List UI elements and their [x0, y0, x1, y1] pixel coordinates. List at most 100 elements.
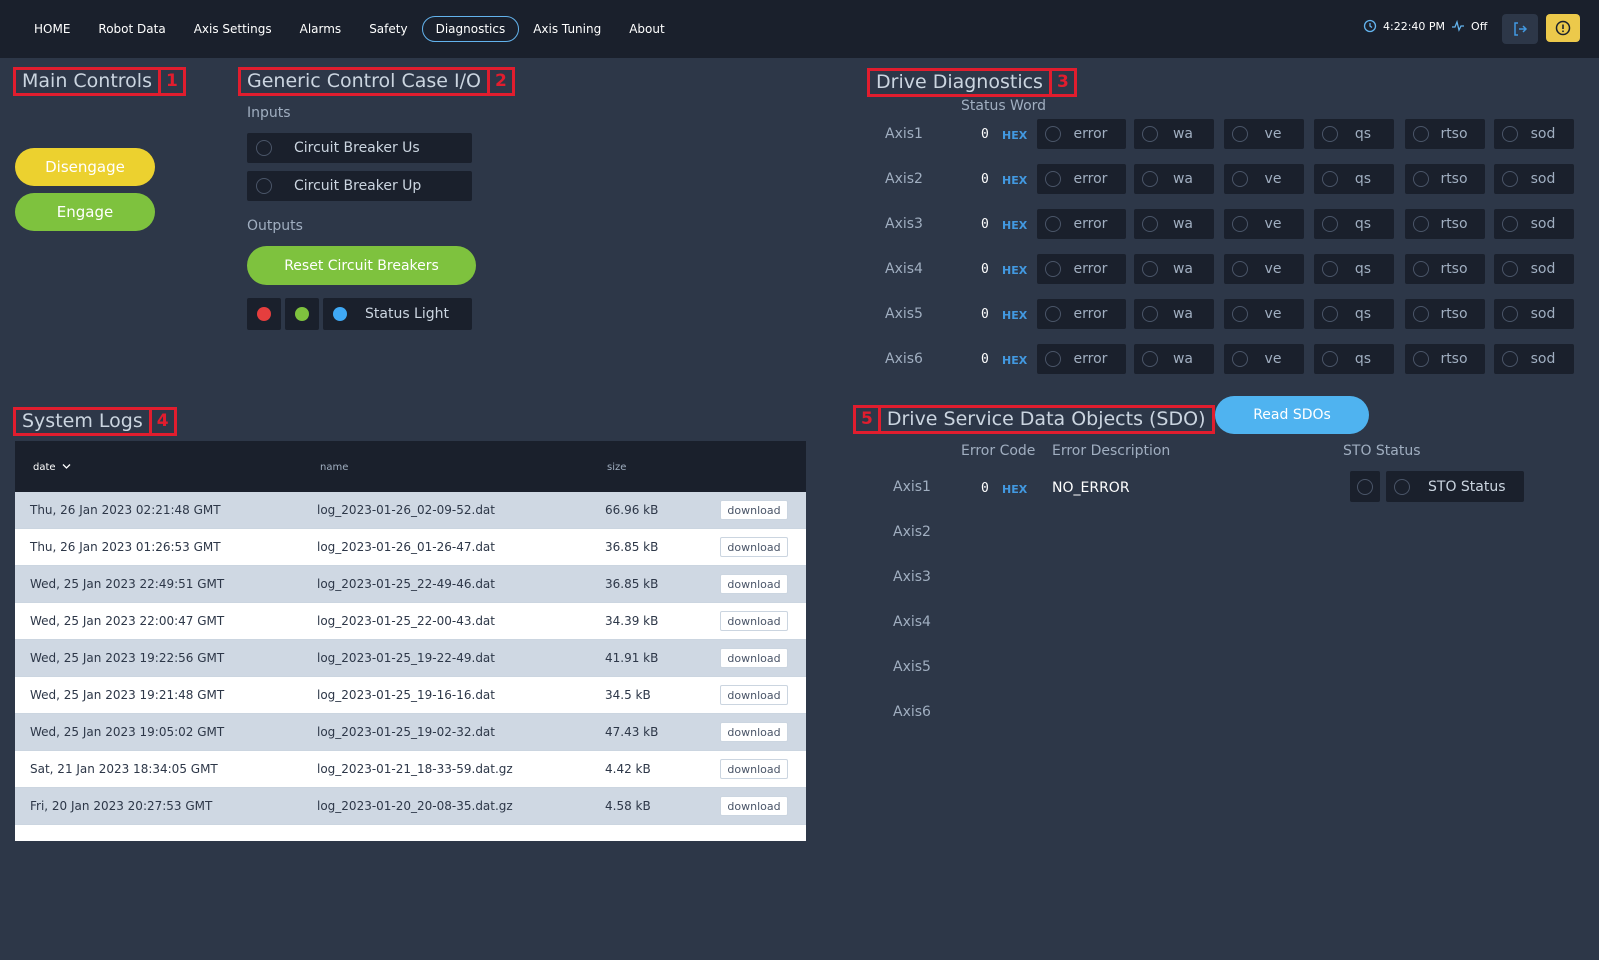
- log-date: Thu, 26 Jan 2023 02:21:48 GMT: [30, 503, 221, 517]
- indicator-icon: [1322, 126, 1338, 142]
- sdo-axis-label: Axis4: [893, 614, 931, 630]
- status-flag-qs: qs: [1314, 209, 1394, 239]
- flag-label: wa: [1172, 171, 1194, 187]
- download-button[interactable]: download: [720, 796, 788, 816]
- logs-table: date name size Thu, 26 Jan 2023 02:21:48…: [15, 441, 806, 841]
- indicator-icon: [1232, 261, 1248, 277]
- nav-axis-settings[interactable]: Axis Settings: [180, 16, 286, 42]
- log-size: 34.39 kB: [605, 614, 659, 628]
- sdo-header: 5 Drive Service Data Objects (SDO): [853, 405, 1215, 434]
- status-flag-sod: sod: [1494, 254, 1574, 284]
- clock-icon: [1363, 19, 1377, 33]
- status-word-value: 0: [981, 172, 989, 187]
- download-button[interactable]: download: [720, 500, 788, 520]
- indicator-icon: [1413, 216, 1429, 232]
- download-button[interactable]: download: [720, 722, 788, 742]
- error-code-header: Error Code: [961, 443, 1036, 459]
- status-light-toggle[interactable]: Status Light: [323, 298, 472, 330]
- nav-robot-data[interactable]: Robot Data: [84, 16, 179, 42]
- flag-label: rtso: [1440, 351, 1468, 367]
- heartbeat-icon: [1452, 19, 1465, 32]
- nav-diagnostics[interactable]: Diagnostics: [421, 16, 520, 42]
- sdo-axis-label: Axis2: [893, 524, 931, 540]
- hex-toggle[interactable]: HEX: [1002, 219, 1027, 232]
- status-flag-wa: wa: [1134, 299, 1214, 329]
- green-light-toggle[interactable]: [285, 298, 319, 330]
- input-label: Circuit Breaker Us: [294, 140, 420, 156]
- logs-table-header: date name size: [15, 441, 806, 492]
- nav-home[interactable]: HOME: [20, 16, 84, 42]
- read-sdos-button[interactable]: Read SDOs: [1215, 396, 1369, 434]
- nav-about[interactable]: About: [615, 16, 678, 42]
- indicator-icon: [1232, 126, 1248, 142]
- input-circuit-breaker-up: Circuit Breaker Up: [247, 171, 472, 201]
- indicator-icon: [1502, 171, 1518, 187]
- status-flag-sod: sod: [1494, 299, 1574, 329]
- status-flag-qs: qs: [1314, 164, 1394, 194]
- indicator-icon: [1045, 126, 1061, 142]
- logout-button[interactable]: [1502, 14, 1538, 44]
- log-name: log_2023-01-20_20-08-35.dat.gz: [317, 799, 513, 813]
- axis1-error-code: 0: [981, 481, 989, 496]
- table-row: Thu, 26 Jan 2023 02:21:48 GMT log_2023-01…: [15, 492, 806, 529]
- section-number: 5: [856, 408, 881, 431]
- log-name: log_2023-01-26_02-09-52.dat: [317, 503, 495, 517]
- indicator-icon: [1045, 171, 1061, 187]
- name-column-header[interactable]: name: [320, 462, 348, 473]
- flag-label: error: [1073, 261, 1108, 277]
- table-row: Thu, 26 Jan 2023 01:26:53 GMT log_2023-01…: [15, 529, 806, 566]
- hex-toggle[interactable]: HEX: [1002, 174, 1027, 187]
- logout-icon: [1514, 22, 1528, 36]
- nav-safety[interactable]: Safety: [355, 16, 421, 42]
- hex-toggle[interactable]: HEX: [1002, 309, 1027, 322]
- nav-axis-tuning[interactable]: Axis Tuning: [519, 16, 615, 42]
- flag-label: ve: [1264, 216, 1282, 232]
- sdo-axis-label: Axis5: [893, 659, 931, 675]
- indicator-icon: [1394, 478, 1410, 495]
- alert-button[interactable]: [1546, 14, 1580, 42]
- download-button[interactable]: download: [720, 537, 788, 557]
- section-title: Drive Service Data Objects (SDO): [886, 408, 1206, 430]
- table-row: Fri, 20 Jan 2023 20:27:53 GMT log_2023-01…: [15, 788, 806, 825]
- red-light-toggle[interactable]: [247, 298, 281, 330]
- diag-axis-label: Axis1: [885, 126, 923, 142]
- log-name: log_2023-01-21_18-33-59.dat.gz: [317, 762, 513, 776]
- section-title: Main Controls: [22, 70, 152, 92]
- hex-toggle[interactable]: HEX: [1002, 354, 1027, 367]
- flag-label: ve: [1264, 351, 1282, 367]
- size-column-header[interactable]: size: [607, 462, 626, 473]
- sto-status-toggle[interactable]: STO Status: [1386, 471, 1524, 502]
- flag-label: error: [1073, 126, 1108, 142]
- status-flag-ve: ve: [1224, 209, 1304, 239]
- indicator-icon: [1045, 216, 1061, 232]
- logs-table-body: Thu, 26 Jan 2023 02:21:48 GMT log_2023-01…: [15, 492, 806, 825]
- sdo-axis-label: Axis3: [893, 569, 931, 585]
- status-word-value: 0: [981, 262, 989, 277]
- indicator-icon: [1142, 351, 1158, 367]
- download-button[interactable]: download: [720, 759, 788, 779]
- download-button[interactable]: download: [720, 611, 788, 631]
- download-button[interactable]: download: [720, 648, 788, 668]
- axis1-error-hex-toggle[interactable]: HEX: [1002, 483, 1027, 496]
- disengage-button[interactable]: Disengage: [15, 148, 155, 186]
- status-flag-rtso: rtso: [1405, 299, 1485, 329]
- download-button[interactable]: download: [720, 685, 788, 705]
- date-column-header[interactable]: date: [33, 462, 71, 473]
- hex-toggle[interactable]: HEX: [1002, 264, 1027, 277]
- status-flag-ve: ve: [1224, 119, 1304, 149]
- blue-light-icon: [333, 307, 347, 321]
- indicator-icon: [1142, 126, 1158, 142]
- log-name: log_2023-01-25_22-00-43.dat: [317, 614, 495, 628]
- download-button[interactable]: download: [720, 574, 788, 594]
- log-name: log_2023-01-26_01-26-47.dat: [317, 540, 495, 554]
- status-flag-ve: ve: [1224, 254, 1304, 284]
- indicator-icon: [1413, 306, 1429, 322]
- flag-label: ve: [1264, 306, 1282, 322]
- flag-label: sod: [1530, 171, 1556, 187]
- engage-button[interactable]: Engage: [15, 193, 155, 231]
- status-flag-sod: sod: [1494, 164, 1574, 194]
- reset-circuit-breakers-button[interactable]: Reset Circuit Breakers: [247, 246, 476, 285]
- section-number: 3: [1048, 71, 1074, 94]
- hex-toggle[interactable]: HEX: [1002, 129, 1027, 142]
- nav-alarms[interactable]: Alarms: [286, 16, 356, 42]
